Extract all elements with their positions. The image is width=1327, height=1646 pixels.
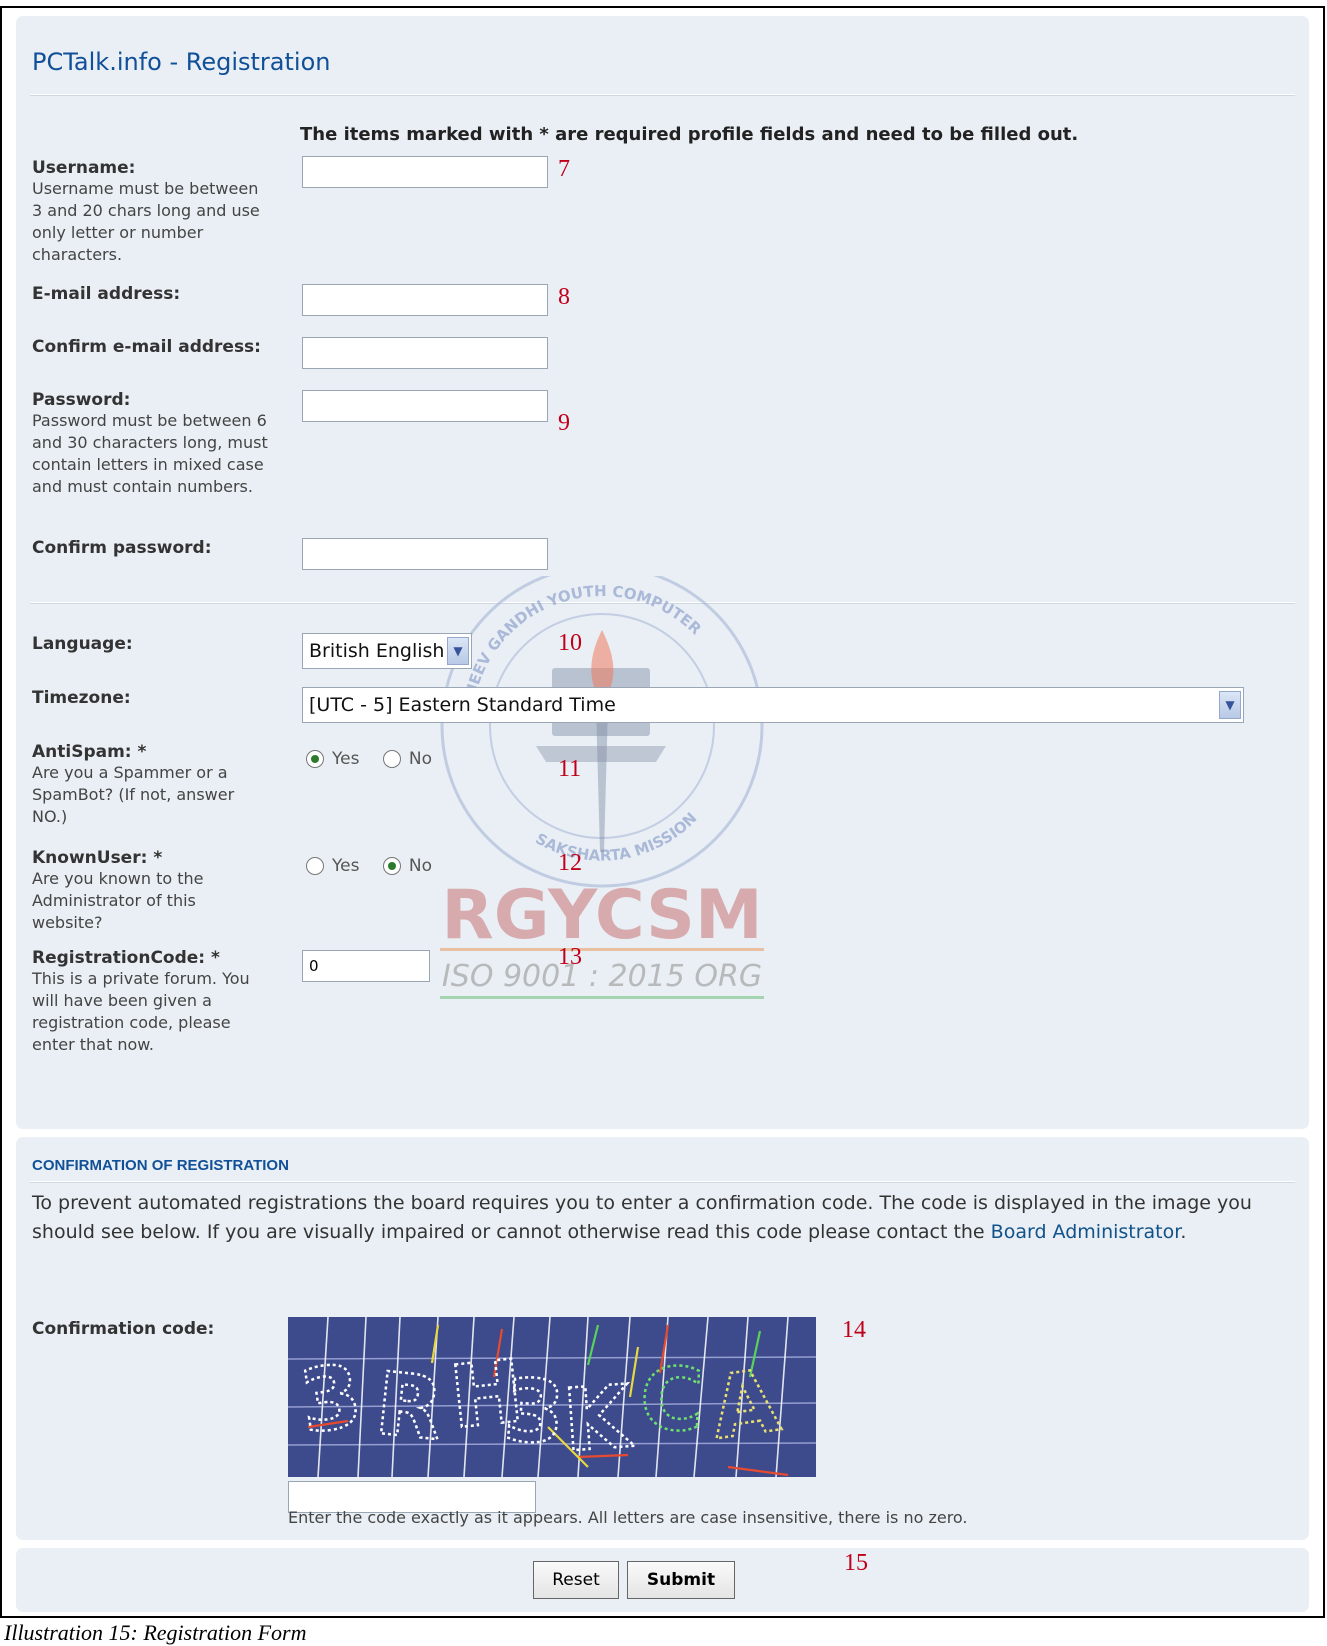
required-note: The items marked with * are required pro… — [300, 124, 1079, 145]
email-input[interactable] — [302, 284, 548, 316]
confirm-password-input[interactable] — [302, 538, 548, 570]
knownuser-radio-group: Yes No — [306, 856, 450, 876]
chevron-down-icon[interactable]: ▼ — [1219, 691, 1241, 719]
language-select[interactable]: British English ▼ — [302, 633, 472, 669]
username-label: Username: — [32, 158, 136, 178]
antispam-description: Are you a Spammer or a SpamBot? (If not,… — [32, 763, 235, 826]
confirmation-section-title: CONFIRMATION OF REGISTRATION — [32, 1157, 289, 1174]
page-title: PCTalk.info - Registration — [32, 48, 331, 76]
timezone-label-block: Timezone: — [32, 688, 131, 708]
reset-button[interactable]: Reset — [533, 1561, 619, 1599]
rgycsm-watermark-logo: RAJEEV GANDHI YOUTH COMPUTER SAKSHARTA M… — [440, 576, 764, 999]
antispam-radio-group: Yes No — [306, 749, 450, 769]
antispam-no-label[interactable]: No — [409, 749, 432, 769]
password-input[interactable] — [302, 390, 548, 422]
antispam-yes-label[interactable]: Yes — [332, 749, 359, 769]
confirmation-text-end: . — [1180, 1221, 1187, 1243]
annotation-10: 10 — [558, 630, 582, 656]
divider — [30, 1181, 1295, 1183]
divider — [30, 94, 1295, 96]
confirm-email-label-block: Confirm e-mail address: — [32, 337, 261, 357]
antispam-label: AntiSpam: * — [32, 742, 147, 762]
annotation-13: 13 — [558, 944, 582, 970]
antispam-label-block: AntiSpam: * Are you a Spammer or a SpamB… — [32, 742, 264, 828]
chevron-down-icon[interactable]: ▼ — [447, 637, 469, 665]
username-description: Username must be between 3 and 20 chars … — [32, 179, 260, 264]
annotation-7: 7 — [558, 156, 570, 182]
watermark-brand-text: RGYCSM — [441, 876, 762, 955]
language-label-block: Language: — [32, 634, 133, 654]
knownuser-label-block: KnownUser: * Are you known to the Admini… — [32, 848, 264, 934]
timezone-label: Timezone: — [32, 688, 131, 708]
registration-code-label: RegistrationCode: * — [32, 948, 220, 968]
knownuser-no-radio[interactable] — [382, 857, 401, 875]
registration-code-label-block: RegistrationCode: * This is a private fo… — [32, 948, 272, 1056]
annotation-14: 14 — [842, 1317, 866, 1343]
confirmation-instructions: To prevent automated registrations the b… — [32, 1189, 1312, 1247]
confirm-password-label: Confirm password: — [32, 538, 212, 558]
knownuser-no-label[interactable]: No — [409, 856, 432, 876]
screenshot-frame: PCTalk.info - Registration The items mar… — [0, 6, 1325, 1618]
captcha-drawing: 3 R H 3 K C A — [288, 1317, 816, 1477]
language-select-value: British English — [309, 640, 445, 662]
username-label-block: Username: Username must be between 3 and… — [32, 158, 272, 266]
email-label: E-mail address: — [32, 284, 181, 304]
confirmation-code-label-block: Confirmation code: — [32, 1319, 214, 1339]
registration-code-input[interactable] — [302, 950, 430, 982]
knownuser-label: KnownUser: * — [32, 848, 163, 868]
password-label-block: Password: Password must be between 6 and… — [32, 390, 272, 498]
knownuser-description: Are you known to the Administrator of th… — [32, 869, 204, 932]
watermark-iso-text: ISO 9001 : 2015 ORG — [442, 959, 762, 994]
confirm-email-label: Confirm e-mail address: — [32, 337, 261, 357]
svg-text:K: K — [560, 1367, 637, 1472]
confirm-password-label-block: Confirm password: — [32, 538, 212, 558]
annotation-8: 8 — [558, 284, 570, 310]
confirmation-code-hint: Enter the code exactly as it appears. Al… — [288, 1508, 968, 1527]
annotation-15: 15 — [844, 1550, 868, 1576]
annotation-12: 12 — [558, 850, 582, 876]
timezone-select[interactable]: [UTC - 5] Eastern Standard Time ▼ — [302, 687, 1244, 723]
confirmation-panel: CONFIRMATION OF REGISTRATION To prevent … — [16, 1137, 1309, 1540]
confirm-email-input[interactable] — [302, 337, 548, 369]
captcha-image: 3 R H 3 K C A — [288, 1317, 816, 1477]
registration-code-description: This is a private forum. You will have b… — [32, 969, 250, 1054]
antispam-no-radio[interactable] — [382, 750, 401, 768]
knownuser-yes-label[interactable]: Yes — [332, 856, 359, 876]
password-description: Password must be between 6 and 30 charac… — [32, 411, 268, 496]
language-label: Language: — [32, 634, 133, 654]
annotation-9: 9 — [558, 410, 570, 436]
submit-panel: Reset Submit 15 — [16, 1548, 1309, 1612]
divider — [30, 602, 1295, 604]
board-administrator-link[interactable]: Board Administrator — [991, 1221, 1181, 1243]
password-label: Password: — [32, 390, 131, 410]
confirmation-code-label: Confirmation code: — [32, 1319, 215, 1339]
annotation-11: 11 — [558, 756, 582, 782]
knownuser-yes-radio[interactable] — [306, 857, 324, 875]
email-label-block: E-mail address: — [32, 284, 180, 304]
figure-caption: Illustration 15: Registration Form — [4, 1620, 307, 1645]
submit-button[interactable]: Submit — [627, 1561, 735, 1599]
username-input[interactable] — [302, 156, 548, 188]
svg-text:R: R — [371, 1354, 447, 1460]
svg-text:C: C — [639, 1349, 706, 1451]
svg-text:3: 3 — [501, 1360, 568, 1464]
registration-panel: PCTalk.info - Registration The items mar… — [16, 16, 1309, 1129]
antispam-yes-radio[interactable] — [306, 750, 324, 768]
timezone-select-value: [UTC - 5] Eastern Standard Time — [309, 694, 616, 716]
